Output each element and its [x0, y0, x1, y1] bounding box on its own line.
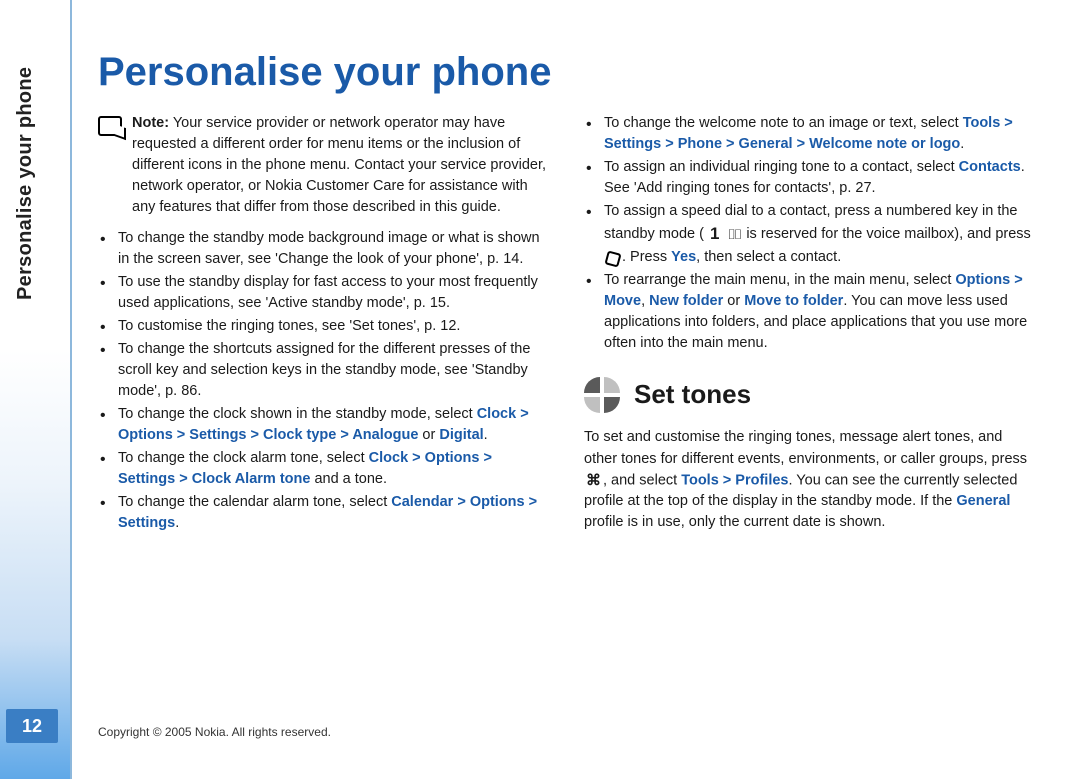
page-number: 12 [6, 709, 58, 743]
note-block: Note: Your service provider or network o… [98, 113, 548, 218]
list-item: To change the welcome note to an image o… [584, 113, 1034, 155]
note-icon [98, 116, 122, 136]
page-content: Personalise your phone Note: Your servic… [98, 50, 1048, 536]
section-heading-set-tones: Set tones [584, 376, 1034, 414]
list-item: To assign an individual ringing tone to … [584, 157, 1034, 199]
list-item: To change the clock shown in the standby… [98, 404, 548, 446]
page-title: Personalise your phone [98, 50, 1048, 95]
list-item: To customise the ringing tones, see 'Set… [98, 316, 548, 337]
list-item: To change the clock alarm tone, select C… [98, 448, 548, 490]
column-right: To change the welcome note to an image o… [584, 113, 1034, 536]
copyright-footer: Copyright © 2005 Nokia. All rights reser… [98, 725, 331, 739]
key-1-icon: 1 [710, 222, 719, 247]
note-text: Note: Your service provider or network o… [132, 113, 548, 218]
list-item: To change the standby mode background im… [98, 228, 548, 270]
voicemail-icon: ⌷⌷ [727, 224, 740, 244]
menu-key-icon: ⌘ [586, 470, 601, 492]
list-item: To change the calendar alarm tone, selec… [98, 492, 548, 534]
list-item: To change the shortcuts assigned for the… [98, 339, 548, 402]
list-item: To rearrange the main menu, in the main … [584, 270, 1034, 354]
left-bullet-list: To change the standby mode background im… [98, 228, 548, 534]
section-title: Set tones [634, 376, 751, 414]
profiles-icon [584, 377, 620, 413]
scroll-key-icon [604, 250, 621, 267]
column-left: Note: Your service provider or network o… [98, 113, 548, 536]
list-item: To use the standby display for fast acce… [98, 272, 548, 314]
side-tab-label: Personalise your phone [14, 67, 37, 300]
list-item: To assign a speed dial to a contact, pre… [584, 201, 1034, 268]
rail-divider [70, 0, 72, 779]
right-bullet-list: To change the welcome note to an image o… [584, 113, 1034, 354]
set-tones-paragraph: To set and customise the ringing tones, … [584, 427, 1034, 533]
